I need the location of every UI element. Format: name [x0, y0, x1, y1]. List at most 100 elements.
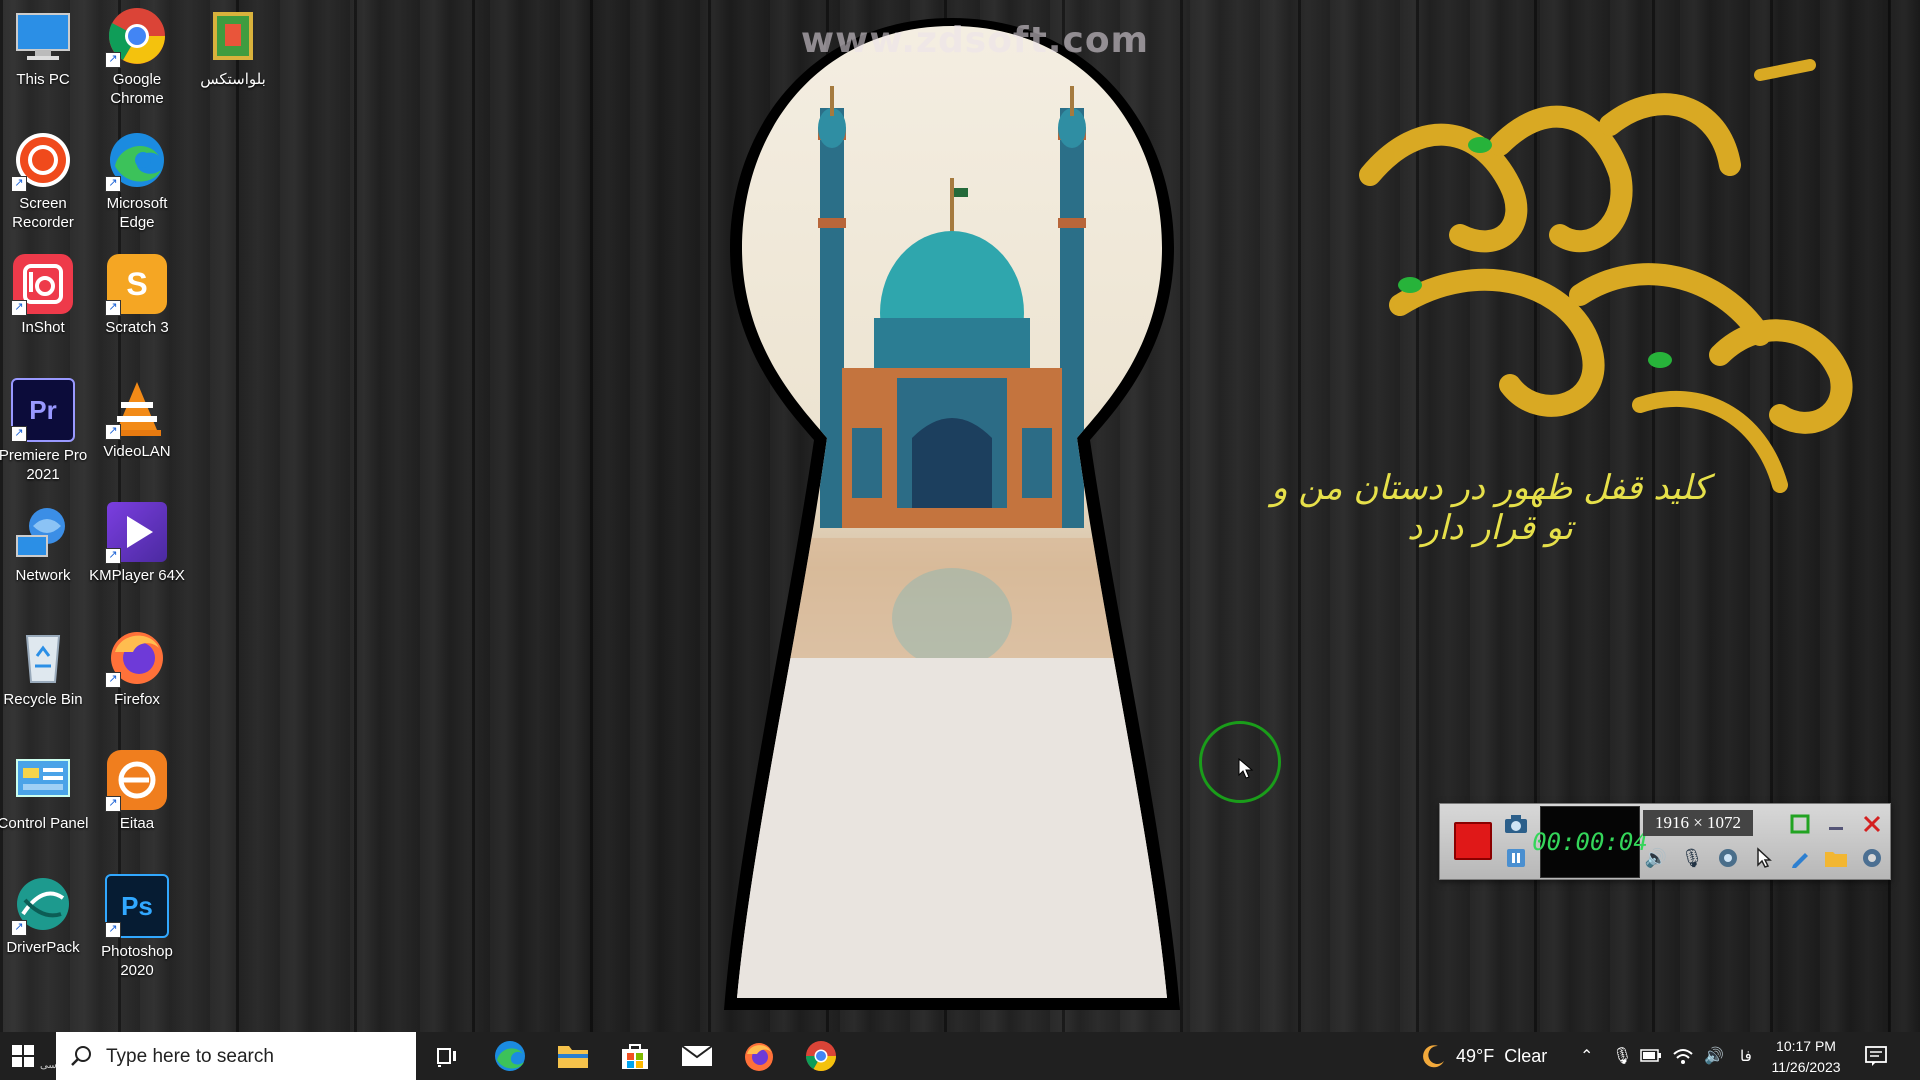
desktop-icon-driverpack[interactable]: ↗ DriverPack [0, 870, 91, 957]
start-button[interactable]: فارسی [0, 1032, 69, 1080]
pause-icon [1507, 849, 1525, 867]
webcam-button[interactable] [1714, 844, 1742, 872]
control-panel-icon [13, 750, 73, 810]
taskbar-mail[interactable] [673, 1036, 721, 1076]
icon-label: VideoLAN [103, 443, 171, 460]
folder-icon [1825, 852, 1847, 867]
taskbar-firefox[interactable] [735, 1036, 783, 1076]
edge-icon: ↗ [105, 130, 167, 192]
pause-button[interactable] [1502, 844, 1530, 872]
chrome-icon [806, 1041, 836, 1072]
network-icon [13, 502, 73, 562]
desktop-icon-scratch[interactable]: S ↗ Scratch 3 [89, 250, 185, 337]
task-view-icon [437, 1048, 456, 1067]
volume-icon[interactable]: 🔊 [1704, 1046, 1724, 1066]
icon-label: KMPlayer 64X [89, 567, 185, 584]
kmplayer-icon: ↗ [105, 502, 167, 564]
taskbar-search-box[interactable]: Type here to search [56, 1032, 416, 1080]
clock-time: 10:17 PM [1776, 1038, 1836, 1054]
desktop-icon-firefox[interactable]: ↗ Firefox [89, 622, 185, 709]
driverpack-icon: ↗ [11, 874, 73, 936]
minimize-icon [1829, 827, 1843, 830]
moon-icon [1423, 1045, 1444, 1068]
pen-button[interactable] [1786, 844, 1814, 872]
wifi-icon[interactable] [1672, 1046, 1694, 1066]
desktop-icon-photoshop[interactable]: Ps ↗ Photoshop 2020 [89, 870, 185, 980]
icon-label: Microsoft Edge [106, 195, 168, 231]
taskbar-store[interactable] [611, 1036, 659, 1076]
folder-button[interactable] [1822, 844, 1850, 872]
clock-date: 11/26/2023 [1771, 1059, 1841, 1075]
desktop-icon-google-chrome[interactable]: ↗ Google Chrome [89, 2, 185, 108]
icon-label: DriverPack [6, 939, 80, 956]
weather-condition: Clear [1504, 1045, 1548, 1066]
search-icon [71, 1046, 91, 1066]
bluestacks-icon [203, 6, 263, 66]
calligraphy-artwork [1359, 59, 1853, 493]
microphone-button[interactable]: 🎙 [1678, 844, 1706, 872]
desktop-icon-inshot[interactable]: ↗ InShot [0, 250, 91, 337]
inshot-icon: ↗ [11, 254, 73, 316]
weather-temperature: 49°F [1456, 1045, 1495, 1066]
desktop-icon-this-pc[interactable]: This PC [0, 2, 91, 89]
chevron-up-icon[interactable]: ⌃ [1580, 1046, 1593, 1066]
cursor-button[interactable] [1750, 844, 1778, 872]
taskbar: فارسی Type here to search 49°F Clear ⌃ 🎙… [0, 1032, 1920, 1080]
desktop-icon-network[interactable]: Network [0, 498, 91, 585]
eitaa-icon: ↗ [105, 750, 167, 812]
chrome-icon: ↗ [105, 6, 167, 68]
vlc-icon: ↗ [105, 378, 167, 440]
icon-label: Photoshop 2020 [101, 943, 173, 979]
square-icon [1790, 814, 1810, 834]
notification-center-icon[interactable] [1864, 1044, 1888, 1068]
taskbar-file-explorer[interactable] [549, 1036, 597, 1076]
windows-logo-icon [12, 1045, 34, 1067]
firefox-icon [745, 1043, 773, 1071]
pen-icon [1792, 853, 1808, 868]
taskbar-clock[interactable]: 10:17 PM 11/26/2023 [1770, 1036, 1842, 1078]
desktop-icon-control-panel[interactable]: Control Panel [0, 746, 91, 833]
search-placeholder: Type here to search [106, 1046, 274, 1067]
this-pc-icon [13, 6, 73, 66]
taskbar-edge[interactable] [486, 1036, 534, 1076]
desktop-icon-premiere-pro[interactable]: Pr ↗ Premiere Pro 2021 [0, 374, 91, 484]
mail-icon [681, 1045, 713, 1066]
icon-label: This PC [16, 71, 70, 88]
desktop-icon-recycle-bin[interactable]: Recycle Bin [0, 622, 91, 709]
icon-label: Firefox [114, 691, 160, 708]
taskbar-chrome[interactable] [797, 1036, 845, 1076]
desktop-icon-bluestacks[interactable]: بلواستکس [185, 2, 281, 89]
record-stop-button[interactable] [1454, 822, 1492, 860]
icon-label: Scratch 3 [105, 319, 169, 336]
icon-label: Eitaa [119, 815, 155, 832]
speaker-icon: 🔊 [1644, 847, 1668, 868]
webcam-icon [1719, 849, 1737, 867]
microphone-icon[interactable]: 🎙 [1612, 1046, 1632, 1066]
task-view-button[interactable] [424, 1036, 472, 1076]
icon-label: Google Chrome [110, 71, 164, 107]
minimize-button[interactable] [1822, 810, 1850, 838]
icon-label: Premiere Pro 2021 [0, 447, 88, 483]
recycle-bin-icon [13, 626, 73, 686]
photoshop-icon: Ps ↗ [105, 874, 169, 938]
speaker-button[interactable]: 🔊 [1642, 844, 1670, 872]
language-indicator[interactable]: فا [1740, 1047, 1752, 1065]
settings-button[interactable] [1858, 844, 1886, 872]
desktop-icon-microsoft-edge[interactable]: ↗ Microsoft Edge [89, 126, 185, 232]
icon-label: Screen Recorder [12, 195, 74, 231]
fullscreen-button[interactable] [1786, 810, 1814, 838]
close-button[interactable] [1858, 810, 1886, 838]
desktop-icon-kmplayer[interactable]: ↗ KMPlayer 64X [89, 498, 185, 585]
snapshot-button[interactable] [1502, 810, 1530, 838]
recording-timer: 00:00:04 [1532, 806, 1648, 878]
desktop-icon-videolan[interactable]: ↗ VideoLAN [89, 374, 185, 461]
battery-icon[interactable] [1640, 1049, 1662, 1063]
scratch-icon: S ↗ [105, 254, 167, 316]
desktop-icon-screen-recorder[interactable]: ↗ Screen Recorder [0, 126, 91, 232]
weather-widget[interactable]: 49°F Clear [1420, 1032, 1547, 1080]
edge-icon [495, 1041, 525, 1071]
desktop-icon-eitaa[interactable]: ↗ Eitaa [89, 746, 185, 833]
icon-label: Control Panel [0, 815, 89, 832]
pointer-icon [1757, 847, 1772, 868]
folder-icon [558, 1046, 588, 1068]
